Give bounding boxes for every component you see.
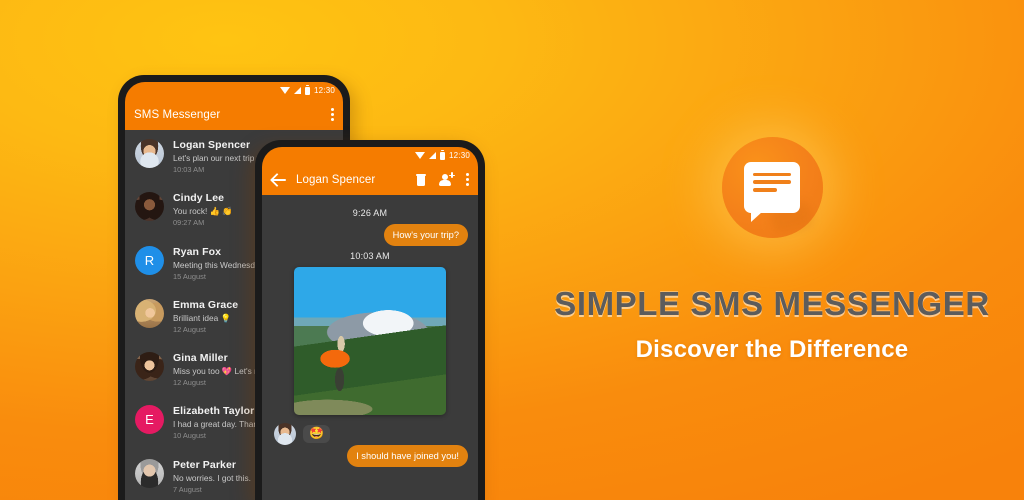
promo-banner: 12:30 SMS Messenger Logan Spencer Let's p… — [0, 0, 1024, 500]
back-arrow-icon[interactable] — [271, 172, 287, 188]
page-title: SIMPLE SMS MESSENGER — [554, 284, 990, 322]
message-row: How's your trip? — [272, 224, 468, 246]
branding-panel: SIMPLE SMS MESSENGER Discover the Differ… — [520, 0, 1024, 500]
app-title: SMS Messenger — [134, 108, 221, 121]
outgoing-message-bubble[interactable]: How's your trip? — [383, 224, 468, 246]
chat-message-area[interactable]: 9:26 AM How's your trip? 10:03 AM 🤩 I should… — [262, 195, 478, 500]
message-timestamp: 9:26 AM — [352, 208, 388, 218]
kebab-menu-icon[interactable] — [466, 172, 469, 187]
avatar — [135, 139, 164, 168]
avatar — [135, 458, 164, 488]
trash-icon[interactable] — [416, 173, 426, 186]
outgoing-message-bubble[interactable]: I should have joined you! — [347, 445, 468, 467]
message-timestamp: 10:03 AM — [350, 251, 390, 261]
page-subtitle: Discover the Difference — [635, 335, 909, 363]
reaction-row: 🤩 — [274, 423, 468, 445]
battery-icon — [304, 84, 310, 95]
status-bar: 12:30 — [125, 82, 343, 99]
wifi-icon — [414, 152, 425, 159]
status-clock: 12:30 — [313, 86, 335, 95]
chat-app-bar: Logan Spencer — [262, 164, 478, 195]
avatar — [135, 298, 164, 328]
status-clock-chat: 12:30 — [448, 151, 470, 160]
phone-chat-thread: 12:30 Logan Spencer 9:26 AM How's your tr… — [255, 140, 485, 500]
app-bar: SMS Messenger — [125, 99, 343, 130]
status-bar-chat: 12:30 — [262, 147, 478, 164]
message-bubble-icon — [744, 161, 800, 222]
add-person-icon[interactable] — [439, 172, 455, 186]
avatar — [135, 192, 164, 222]
kebab-menu-icon[interactable] — [331, 107, 334, 122]
avatar: R — [135, 245, 164, 275]
wifi-icon — [279, 87, 290, 94]
chat-contact-name: Logan Spencer — [296, 173, 376, 186]
avatar — [274, 423, 296, 445]
avatar — [135, 352, 164, 381]
signal-icon — [428, 152, 436, 159]
message-row: I should have joined you! — [272, 445, 468, 467]
image-message[interactable] — [294, 267, 446, 415]
battery-icon — [439, 149, 445, 160]
phone-chat-screen: 12:30 Logan Spencer 9:26 AM How's your tr… — [262, 147, 478, 500]
emoji-reaction[interactable]: 🤩 — [303, 425, 330, 443]
app-logo — [721, 136, 823, 238]
signal-icon — [293, 87, 301, 94]
avatar: E — [135, 405, 164, 435]
